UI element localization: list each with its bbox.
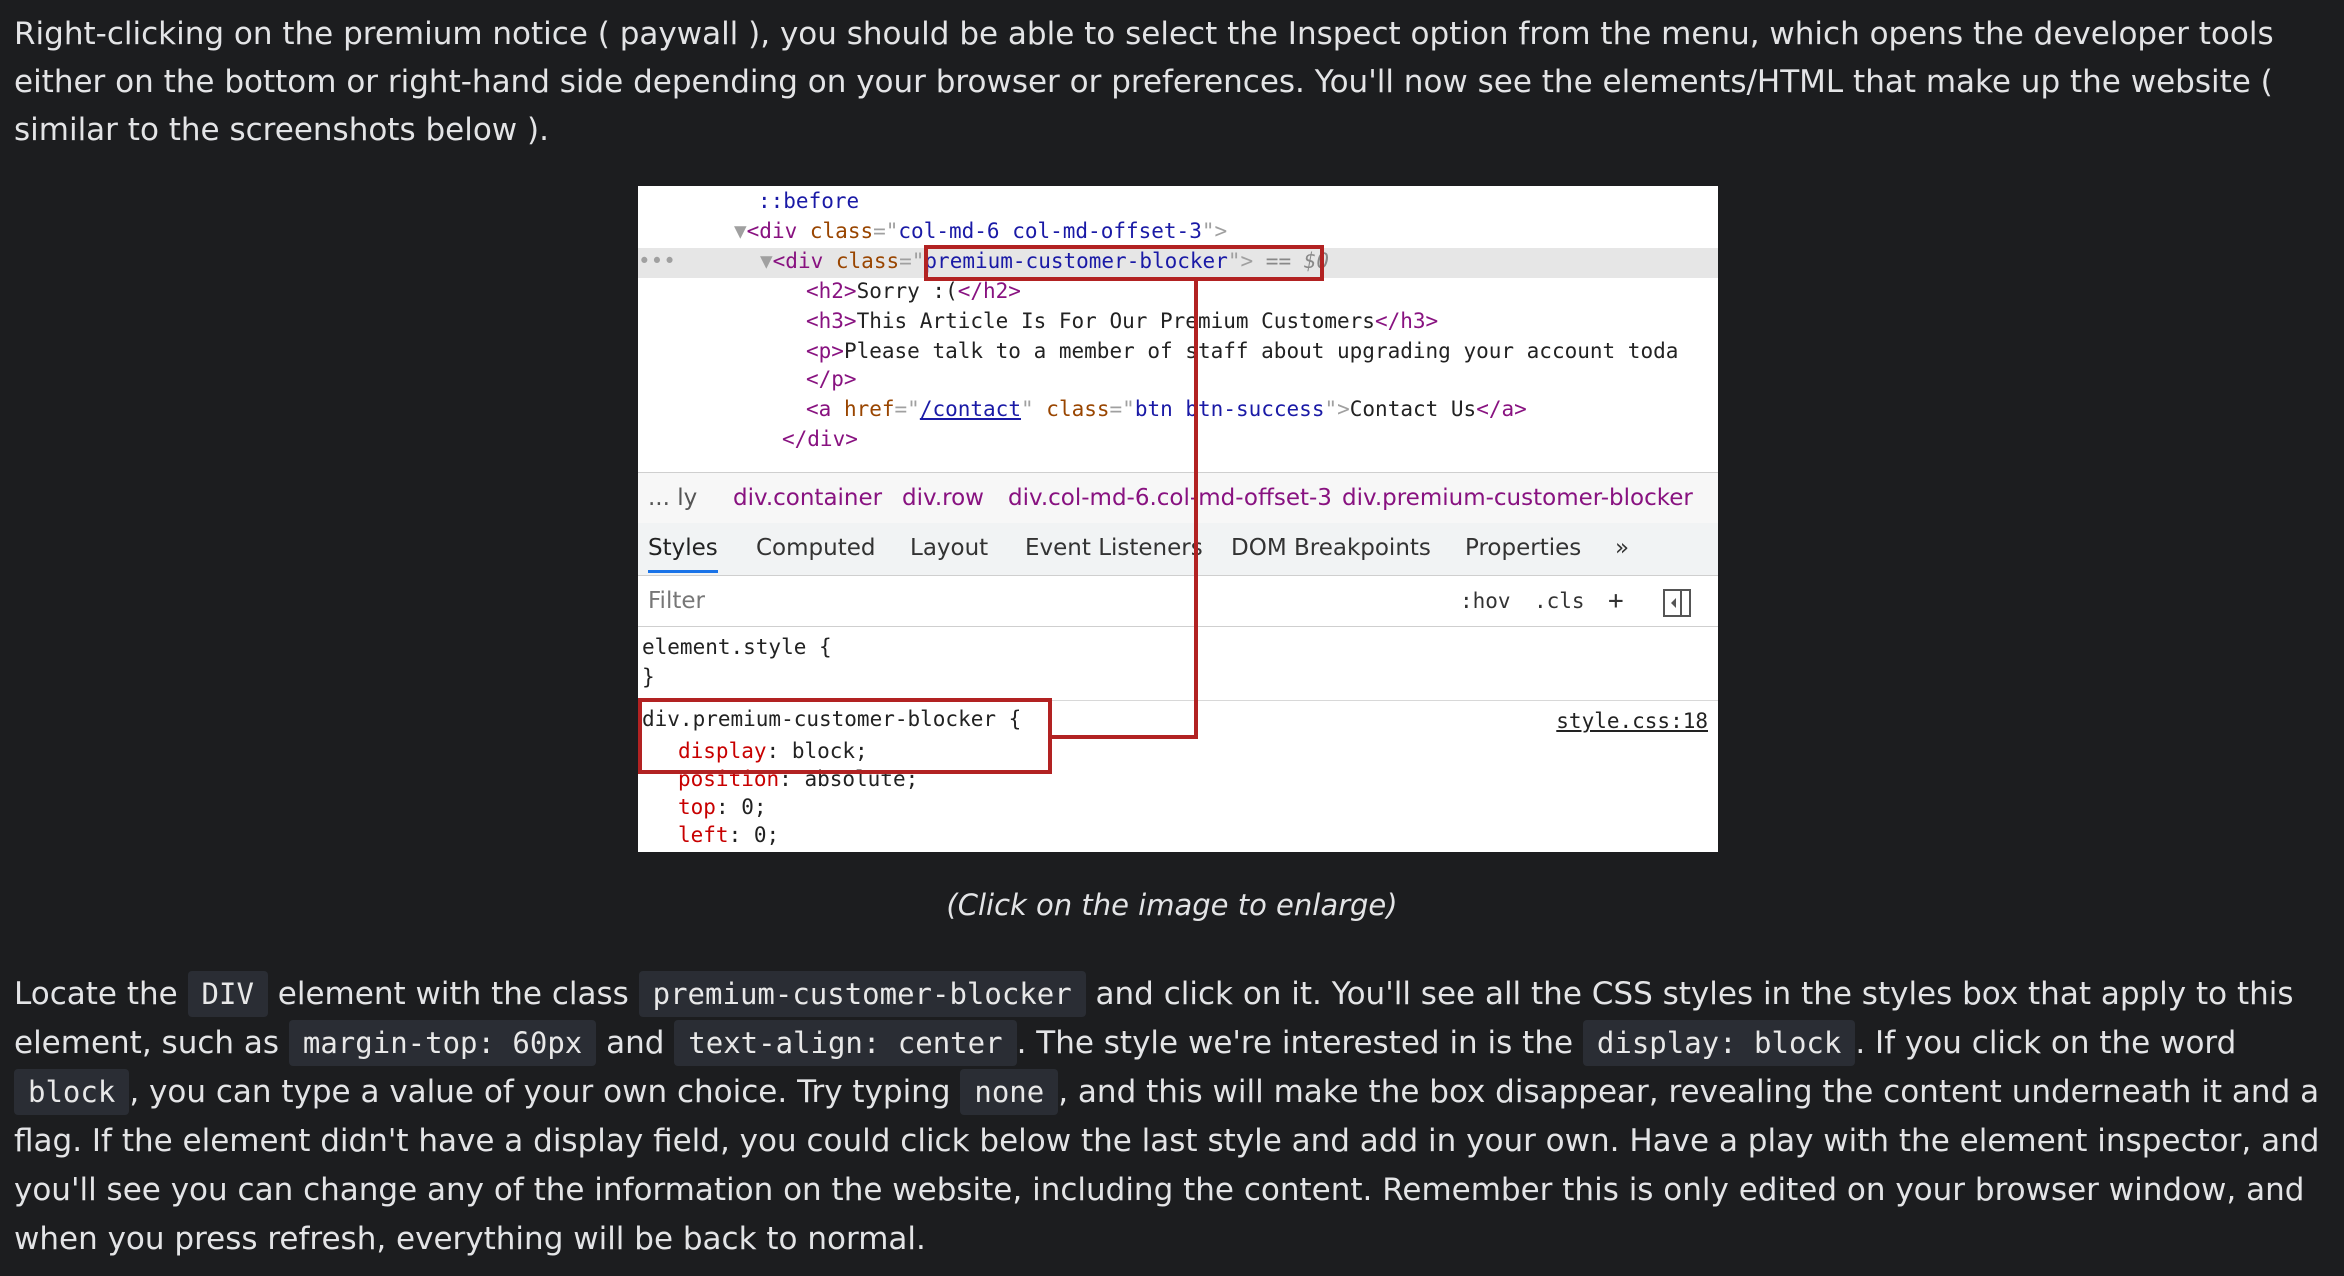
image-caption: (Click on the image to enlarge): [946, 888, 1398, 922]
code-class-name: premium-customer-blocker: [638, 971, 1086, 1017]
dom-h3[interactable]: <h3>This Article Is For Our Premium Cust…: [806, 306, 1438, 336]
styles-tabs: Styles Computed Layout Event Listeners D…: [638, 523, 1718, 576]
breadcrumb: ... ly div.container div.row div.col-md-…: [638, 472, 1718, 524]
intro-paragraph: Right-clicking on the premium notice ( p…: [14, 16, 2274, 148]
connector-line: [1050, 735, 1198, 739]
expand-arrow-icon: ▼: [760, 249, 773, 273]
styles-filter-bar: Filter :hov .cls +: [638, 576, 1718, 627]
toggle-sidebar-icon[interactable]: [1662, 586, 1692, 636]
tab-properties[interactable]: Properties: [1465, 523, 1581, 573]
tab-event-listeners[interactable]: Event Listeners: [1025, 523, 1203, 573]
dom-div-close: </div>: [782, 427, 858, 451]
tab-dom-breakpoints[interactable]: DOM Breakpoints: [1231, 523, 1431, 573]
tab-computed[interactable]: Computed: [756, 523, 875, 573]
more-tabs-icon[interactable]: »: [1615, 523, 1629, 573]
dom-p-close: </p>: [806, 367, 857, 391]
dom-div1[interactable]: ▼<div class="col-md-6 col-md-offset-3">: [734, 216, 1227, 246]
filter-input[interactable]: Filter: [648, 576, 705, 626]
element-style-close: }: [642, 665, 655, 689]
body-paragraph: Locate the DIV element with the class pr…: [14, 970, 2330, 1264]
breadcrumb-item[interactable]: ... ly: [648, 473, 697, 523]
element-style-open: element.style {: [642, 635, 832, 659]
expand-arrow-icon: ▼: [734, 219, 747, 243]
decl-top[interactable]: top: 0;: [678, 792, 767, 822]
highlight-rule-box: [638, 698, 1052, 774]
hov-button[interactable]: :hov: [1460, 576, 1511, 626]
new-rule-icon[interactable]: +: [1608, 576, 1624, 626]
decl-left[interactable]: left: 0;: [678, 820, 779, 850]
code-margin-top: margin-top: 60px: [288, 1020, 597, 1066]
dom-dots: •••: [638, 249, 676, 273]
code-div: DIV: [187, 971, 268, 1017]
dom-before: ::before: [758, 189, 860, 213]
tab-layout[interactable]: Layout: [910, 523, 988, 573]
code-block: block: [14, 1069, 130, 1115]
cls-button[interactable]: .cls: [1534, 576, 1585, 626]
dom-a[interactable]: <a href="/contact" class="btn btn-succes…: [806, 394, 1527, 424]
code-text-align: text-align: center: [674, 1020, 1017, 1066]
breadcrumb-item[interactable]: div.row: [902, 473, 984, 523]
dom-p[interactable]: <p>Please talk to a member of staff abou…: [806, 336, 1678, 366]
rule-source-link[interactable]: style.css:18: [1556, 706, 1708, 736]
code-none: none: [960, 1069, 1059, 1115]
connector-line: [1194, 281, 1198, 739]
highlight-class-box: [924, 245, 1324, 281]
devtools-screenshot[interactable]: ::before ▼<div class="col-md-6 col-md-of…: [638, 186, 1718, 852]
breadcrumb-item[interactable]: div.container: [733, 473, 882, 523]
code-display-block: display: block: [1582, 1020, 1856, 1066]
breadcrumb-item[interactable]: div.premium-customer-blocker: [1342, 473, 1693, 523]
tab-styles[interactable]: Styles: [648, 523, 718, 573]
breadcrumb-item[interactable]: div.col-md-6.col-md-offset-3: [1008, 473, 1332, 523]
